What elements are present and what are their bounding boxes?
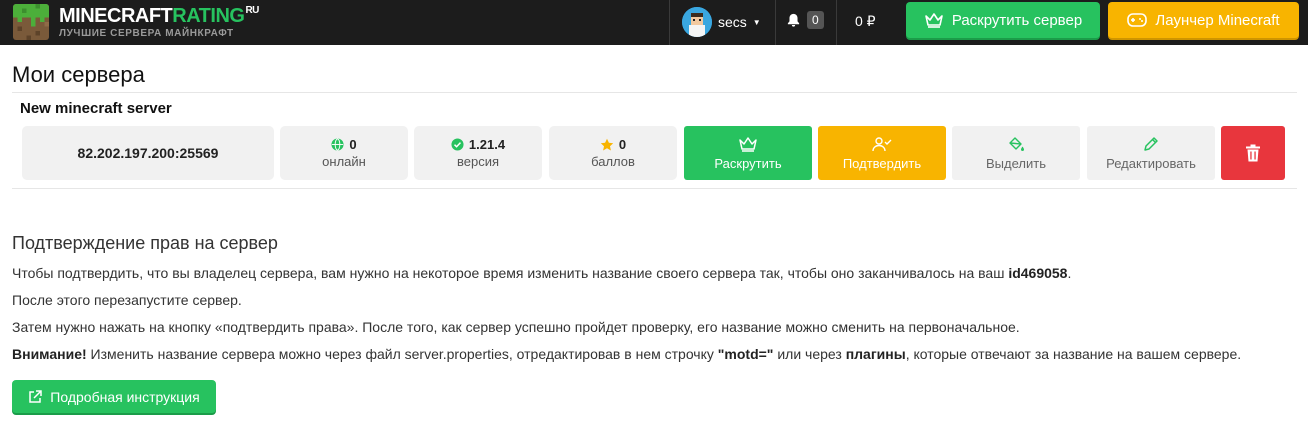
stat-points: 0 баллов <box>549 126 677 180</box>
site-logo[interactable]: MINECRAFTRATINGRU ЛУЧШИЕ СЕРВЕРА МАЙНКРА… <box>13 4 259 40</box>
logo-tagline: ЛУЧШИЕ СЕРВЕРА МАЙНКРАФТ <box>59 27 234 39</box>
promote-server-label: Раскрутить сервер <box>951 11 1083 29</box>
top-navbar: MINECRAFTRATINGRU ЛУЧШИЕ СЕРВЕРА МАЙНКРА… <box>0 0 1308 45</box>
promote-label: Раскрутить <box>714 155 782 171</box>
verification-id: id469058 <box>1008 265 1068 281</box>
delete-button[interactable] <box>1221 126 1285 180</box>
globe-icon <box>331 138 344 151</box>
promote-server-button[interactable]: Раскрутить сервер <box>906 2 1100 38</box>
avatar <box>682 7 712 37</box>
username: secs <box>718 14 747 30</box>
trash-icon <box>1246 144 1260 162</box>
edit-button[interactable]: Редактировать <box>1087 126 1215 180</box>
stat-online: 0 онлайн <box>280 126 408 180</box>
warning-label: Внимание! <box>12 346 87 362</box>
page-title: Мои сервера <box>12 62 145 87</box>
navbar-divider <box>836 0 837 45</box>
crown-icon <box>925 13 943 28</box>
divider <box>12 188 1297 189</box>
verification-paragraph-2: После этого перезапустите сервер. <box>12 292 242 308</box>
server-address[interactable]: 82.202.197.200:25569 <box>22 126 274 180</box>
highlight-button[interactable]: Выделить <box>952 126 1080 180</box>
navbar-divider <box>669 0 670 45</box>
external-link-icon <box>29 389 43 403</box>
user-check-icon <box>872 136 892 151</box>
confirm-button[interactable]: Подтвердить <box>818 126 946 180</box>
divider <box>12 92 1297 93</box>
star-icon <box>600 138 614 150</box>
notifications-button[interactable]: 0 <box>786 11 824 29</box>
crown-icon <box>739 136 757 152</box>
pencil-icon <box>1144 136 1158 151</box>
highlight-label: Выделить <box>986 155 1046 171</box>
logo-wordmark: MINECRAFTRATINGRU <box>59 4 259 27</box>
motd-code: "motd=" <box>717 346 774 362</box>
balance[interactable]: 0 ₽ <box>855 13 876 30</box>
paint-bucket-icon <box>1009 136 1024 151</box>
user-menu[interactable]: secs ▼ <box>682 7 761 37</box>
notification-count-badge: 0 <box>807 11 824 29</box>
check-circle-icon <box>451 138 464 151</box>
verification-title: Подтверждение прав на сервер <box>12 233 278 253</box>
points-label: баллов <box>591 154 635 169</box>
plugins-text: плагины <box>845 346 906 362</box>
navbar-divider <box>775 0 776 45</box>
detailed-guide-button[interactable]: Подробная инструкция <box>12 380 216 413</box>
confirm-label: Подтвердить <box>842 155 922 171</box>
online-label: онлайн <box>322 154 366 169</box>
server-address-value: 82.202.197.200:25569 <box>77 145 219 161</box>
minecraft-launcher-label: Лаунчер Minecraft <box>1155 11 1280 29</box>
edit-label: Редактировать <box>1106 155 1196 171</box>
stat-version: 1.21.4 версия <box>414 126 542 180</box>
verification-paragraph-1: Чтобы подтвердить, что вы владелец серве… <box>12 265 1072 281</box>
verification-paragraph-3: Затем нужно нажать на кнопку «подтвердит… <box>12 319 1020 335</box>
detailed-guide-label: Подробная инструкция <box>50 388 200 405</box>
server-name: New minecraft server <box>20 100 172 117</box>
bell-icon <box>787 13 800 27</box>
promote-button[interactable]: Раскрутить <box>684 126 812 180</box>
version-label: версия <box>456 154 500 169</box>
minecraft-launcher-button[interactable]: Лаунчер Minecraft <box>1108 2 1299 38</box>
version-value: 1.21.4 <box>468 137 506 152</box>
online-count: 0 <box>349 137 357 152</box>
verification-paragraph-4: Внимание! Изменить название сервера можн… <box>12 346 1242 362</box>
points-value: 0 <box>618 137 627 152</box>
grass-block-logo-icon <box>13 4 49 40</box>
chevron-down-icon: ▼ <box>752 17 761 27</box>
user-avatar-icon <box>682 7 712 37</box>
gamepad-icon <box>1127 13 1148 27</box>
